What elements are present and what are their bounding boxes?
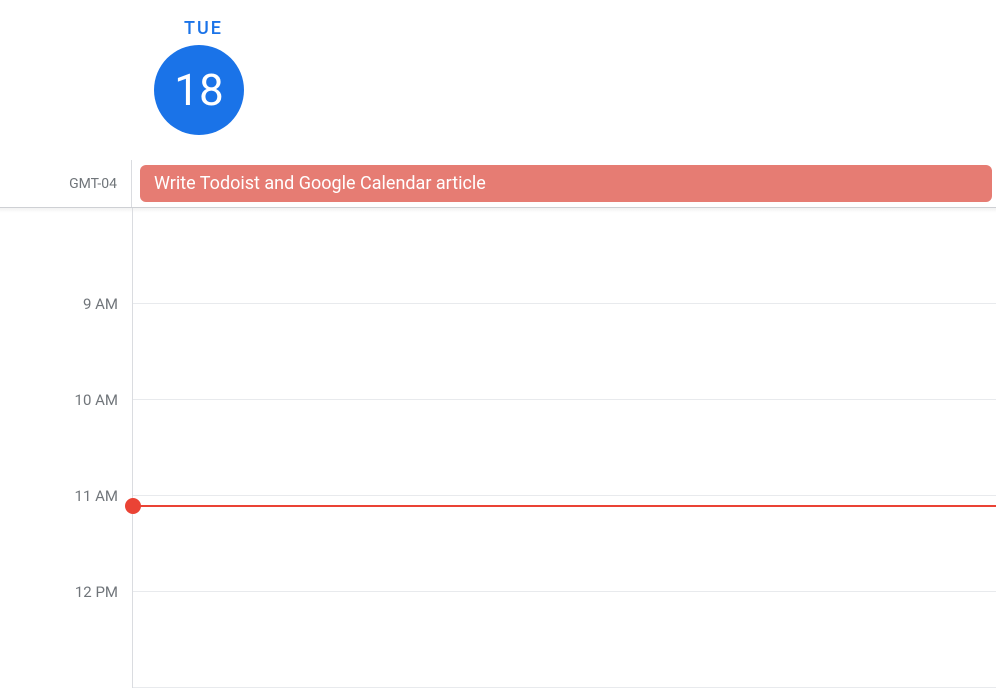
hour-row[interactable] <box>133 400 996 496</box>
grid-body[interactable] <box>132 208 996 688</box>
allday-row: GMT-04 Write Todoist and Google Calendar… <box>0 160 996 208</box>
hour-row[interactable] <box>133 304 996 400</box>
time-label: 9 AM <box>83 295 118 313</box>
timezone-column <box>0 0 132 160</box>
current-time-dot <box>125 498 141 514</box>
timezone-label: GMT-04 <box>69 176 117 192</box>
allday-event[interactable]: Write Todoist and Google Calendar articl… <box>140 165 992 202</box>
time-label: 10 AM <box>75 391 118 409</box>
day-header-area: TUE 18 <box>0 0 996 160</box>
day-number-button[interactable]: 18 <box>154 45 244 135</box>
hour-row[interactable] <box>133 592 996 688</box>
day-header: TUE 18 <box>132 0 996 160</box>
hour-row[interactable] <box>133 208 996 304</box>
hour-row[interactable] <box>133 496 996 592</box>
current-time-indicator <box>133 505 996 507</box>
time-grid: 9 AM 10 AM 11 AM 12 PM <box>0 208 996 688</box>
day-number: 18 <box>174 64 223 116</box>
day-of-week-label: TUE <box>184 18 223 39</box>
allday-content[interactable]: Write Todoist and Google Calendar articl… <box>132 160 996 207</box>
timezone-cell: GMT-04 <box>0 160 132 207</box>
time-label: 11 AM <box>75 487 118 505</box>
time-label: 12 PM <box>75 583 118 601</box>
time-labels-column: 9 AM 10 AM 11 AM 12 PM <box>0 208 132 688</box>
